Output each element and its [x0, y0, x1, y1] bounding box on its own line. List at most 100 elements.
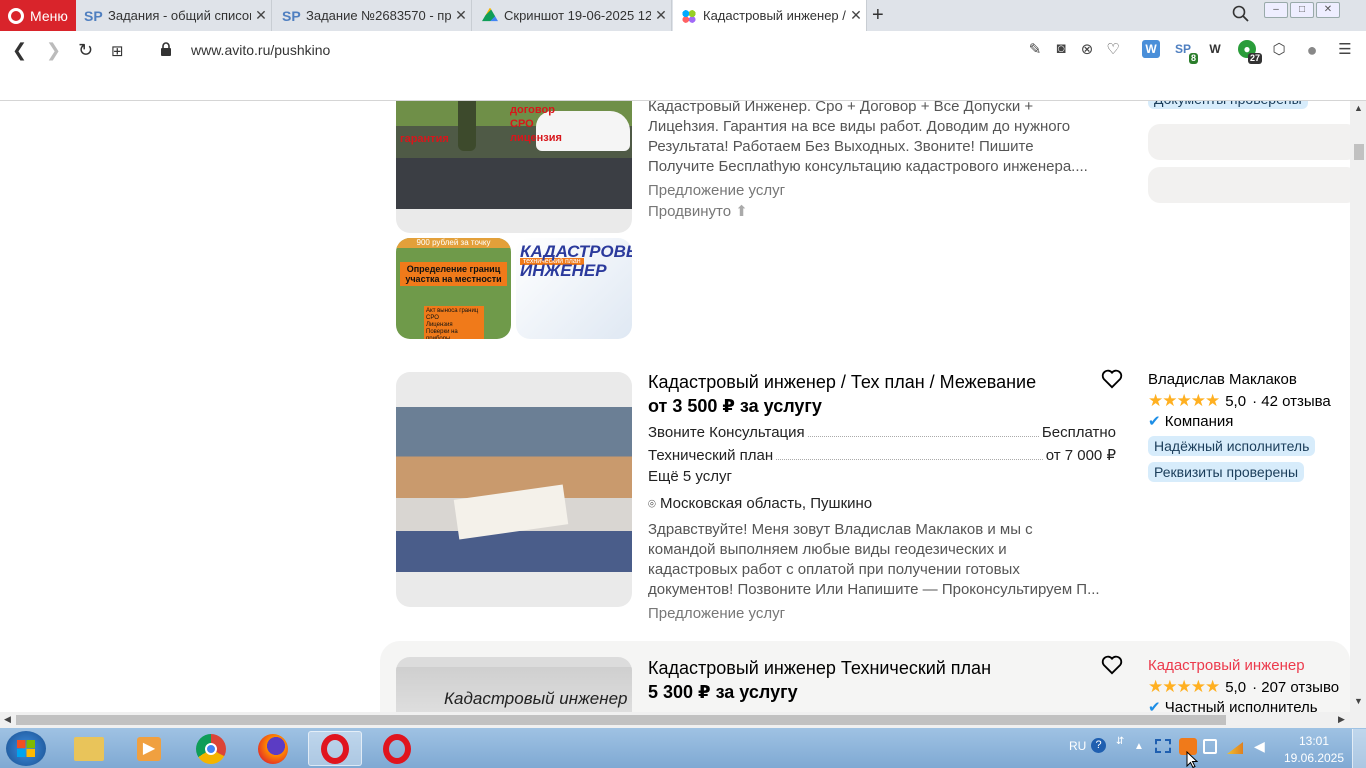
horizontal-scrollbar[interactable]: ◀ ▶ — [0, 712, 1366, 728]
rating-stars-icon: ★★★★★ — [1148, 677, 1220, 696]
minimize-button[interactable]: – — [1264, 2, 1288, 18]
speed-dial-icon[interactable]: ⊞ — [111, 42, 124, 60]
listing2-seller-name[interactable]: Владислав Маклаков — [1148, 371, 1297, 388]
tab-title: Задание №2683570 - про — [306, 8, 451, 23]
usb-tray-icon[interactable] — [1203, 739, 1217, 754]
verified-check-icon: ✔ — [1148, 413, 1161, 430]
listing2-photo[interactable] — [396, 372, 632, 607]
listing1-contact-button[interactable] — [1148, 124, 1350, 160]
tab-task-2683570[interactable]: SP Задание №2683570 - про ✕ — [274, 0, 472, 31]
listing2-title[interactable]: Кадастровый инженер / Тех план / Межеван… — [648, 372, 1036, 393]
opera-logo-icon — [8, 7, 24, 24]
language-indicator[interactable]: RU — [1069, 739, 1086, 753]
listing2-seller-type: ✔ Компания — [1148, 413, 1234, 430]
verified-check-icon: ✔ — [1148, 699, 1161, 712]
listing2-more-services[interactable]: Ещё 5 услуг — [648, 468, 732, 485]
cube-icon[interactable]: ⬡ — [1269, 40, 1289, 60]
listing1-promoted: Продвинуто ⬆ — [648, 203, 748, 220]
photo-caption: договор СРО лицензия — [510, 104, 562, 144]
new-tab-button[interactable]: + — [872, 4, 884, 27]
extension-badge-icon[interactable]: ● 27 — [1238, 40, 1262, 64]
tray-settings-icon[interactable]: ⇵ — [1116, 736, 1124, 747]
team-photo — [396, 407, 632, 572]
firefox-taskbar-icon[interactable] — [246, 731, 300, 766]
clock-date: 19.06.2025 — [1283, 751, 1345, 765]
listing1-thumb-1[interactable]: 900 рублей за точку Определение границ у… — [396, 238, 511, 339]
vertical-scrollbar[interactable]: ▲ ▼ — [1350, 101, 1366, 712]
search-tabs-icon[interactable] — [1232, 5, 1250, 23]
thumb1-caption: 900 рублей за точку — [396, 238, 511, 248]
show-desktop-button[interactable] — [1352, 729, 1366, 768]
listing3-seller-name[interactable]: Кадастровый инженер — [1148, 657, 1305, 674]
listing3-seller-type: ✔ Частный исполнитель — [1148, 698, 1318, 712]
tab-avito[interactable]: Кадастровый инженер / Те ✕ — [673, 0, 867, 31]
listing1-description: Кадастровый Инженер. Сро + Договор + Все… — [648, 101, 1088, 175]
media-player-taskbar-icon[interactable]: ▶ — [122, 731, 176, 766]
scroll-right-icon: ▶ — [1338, 714, 1345, 724]
sp-icon: SP — [282, 7, 301, 24]
listing2-price: от 3 500 ₽ за услугу — [648, 396, 822, 416]
ext-badge: 27 — [1247, 53, 1262, 64]
close-tab-icon[interactable]: ✕ — [251, 7, 271, 24]
listing1-thumb-2[interactable]: технический план КАДАСТРОВЫЙ ИНЖЕНЕР — [516, 238, 632, 339]
bookmark-heart-icon[interactable]: ♡ — [1103, 40, 1123, 60]
listing2-badge-requisites: Реквизиты проверены — [1148, 462, 1305, 482]
listing3-rating: ★★★★★ 5,0 · 207 отзыво — [1148, 677, 1340, 696]
listing2-service-row: Технический план от 7 000 ₽ — [648, 447, 1116, 464]
listing3-title[interactable]: Кадастровый инженер Технический план — [648, 658, 991, 679]
arrow-up-icon: ⬆ — [735, 203, 748, 220]
url-field[interactable]: www.avito.ru/pushkino — [191, 42, 330, 58]
listing1-message-button[interactable] — [1148, 167, 1350, 203]
listing1-seller-badge: Документы проверены — [1148, 101, 1308, 109]
extension-w-icon[interactable]: W — [1142, 40, 1160, 58]
menu-label: Меню — [30, 7, 68, 24]
page-content: договор СРО лицензия гарантия 900 рублей з… — [0, 101, 1350, 712]
opera-taskbar-icon-active[interactable] — [308, 731, 362, 766]
location-pin-icon: ⌾ — [648, 496, 656, 511]
listing2-category: Предложение услуг — [648, 605, 786, 622]
scroll-down-icon: ▼ — [1354, 696, 1363, 706]
rating-stars-icon: ★★★★★ — [1148, 391, 1220, 410]
back-button[interactable]: ❮ — [12, 40, 27, 61]
favorite-heart-icon[interactable] — [1101, 369, 1123, 389]
lock-icon[interactable] — [160, 42, 172, 56]
chrome-taskbar-icon[interactable] — [184, 731, 238, 766]
hscroll-thumb[interactable] — [16, 715, 1226, 725]
easy-setup-icon[interactable]: ☰ — [1335, 40, 1355, 60]
volume-icon[interactable]: ◀ — [1254, 738, 1265, 755]
profile-icon[interactable]: ● — [1302, 40, 1322, 60]
favorite-heart-icon[interactable] — [1101, 655, 1123, 675]
scroll-thumb[interactable] — [1354, 144, 1364, 160]
surveyor-figure — [458, 101, 476, 151]
close-tab-icon[interactable]: ✕ — [651, 7, 671, 24]
extension-wiki-icon[interactable]: W — [1206, 40, 1224, 58]
system-clock[interactable]: 13:01 19.06.2025 — [1280, 733, 1348, 767]
avito-icon — [681, 7, 697, 24]
help-icon[interactable]: ? — [1091, 738, 1106, 753]
close-tab-icon[interactable]: ✕ — [451, 7, 471, 24]
maximize-button[interactable]: □ — [1290, 2, 1314, 18]
listing1-main-photo[interactable]: договор СРО лицензия гарантия — [396, 101, 632, 233]
listing2-rating: ★★★★★ 5,0 · 42 отзыва — [1148, 391, 1331, 410]
opera-taskbar-icon[interactable] — [370, 731, 424, 766]
tab-title: Скриншот 19-06-2025 125 — [504, 8, 651, 23]
start-button[interactable] — [6, 731, 46, 766]
thumb1-list: Акт выноса границ СРО Лицензия Поверки на п… — [424, 306, 484, 339]
listing3-price: 5 300 ₽ за услугу — [648, 682, 798, 702]
tray-expand-icon[interactable]: ▲ — [1134, 741, 1144, 752]
close-tab-icon[interactable]: ✕ — [846, 7, 866, 24]
screenshot-tray-icon[interactable] — [1155, 739, 1171, 753]
photo-caption: Кадастровый инженер — [444, 689, 628, 708]
extension-sp-icon[interactable]: SP 8 — [1174, 40, 1198, 64]
reload-button[interactable]: ↻ — [78, 40, 93, 61]
close-window-button[interactable]: ✕ — [1316, 2, 1340, 18]
send-icon[interactable]: ✎ — [1025, 40, 1045, 60]
listing3-photo[interactable]: Кадастровый инженер — [396, 657, 632, 712]
tab-screenshot[interactable]: Скриншот 19-06-2025 125 ✕ — [474, 0, 672, 31]
camera-icon[interactable]: ◙ — [1051, 40, 1071, 60]
forward-button[interactable]: ❯ — [46, 40, 61, 61]
opera-menu-button[interactable]: Меню — [0, 0, 76, 31]
tab-tasks[interactable]: SP Задания - общий список з ✕ — [76, 0, 272, 31]
explorer-taskbar-icon[interactable] — [62, 731, 116, 766]
adblock-icon[interactable]: ⊗ — [1077, 40, 1097, 60]
